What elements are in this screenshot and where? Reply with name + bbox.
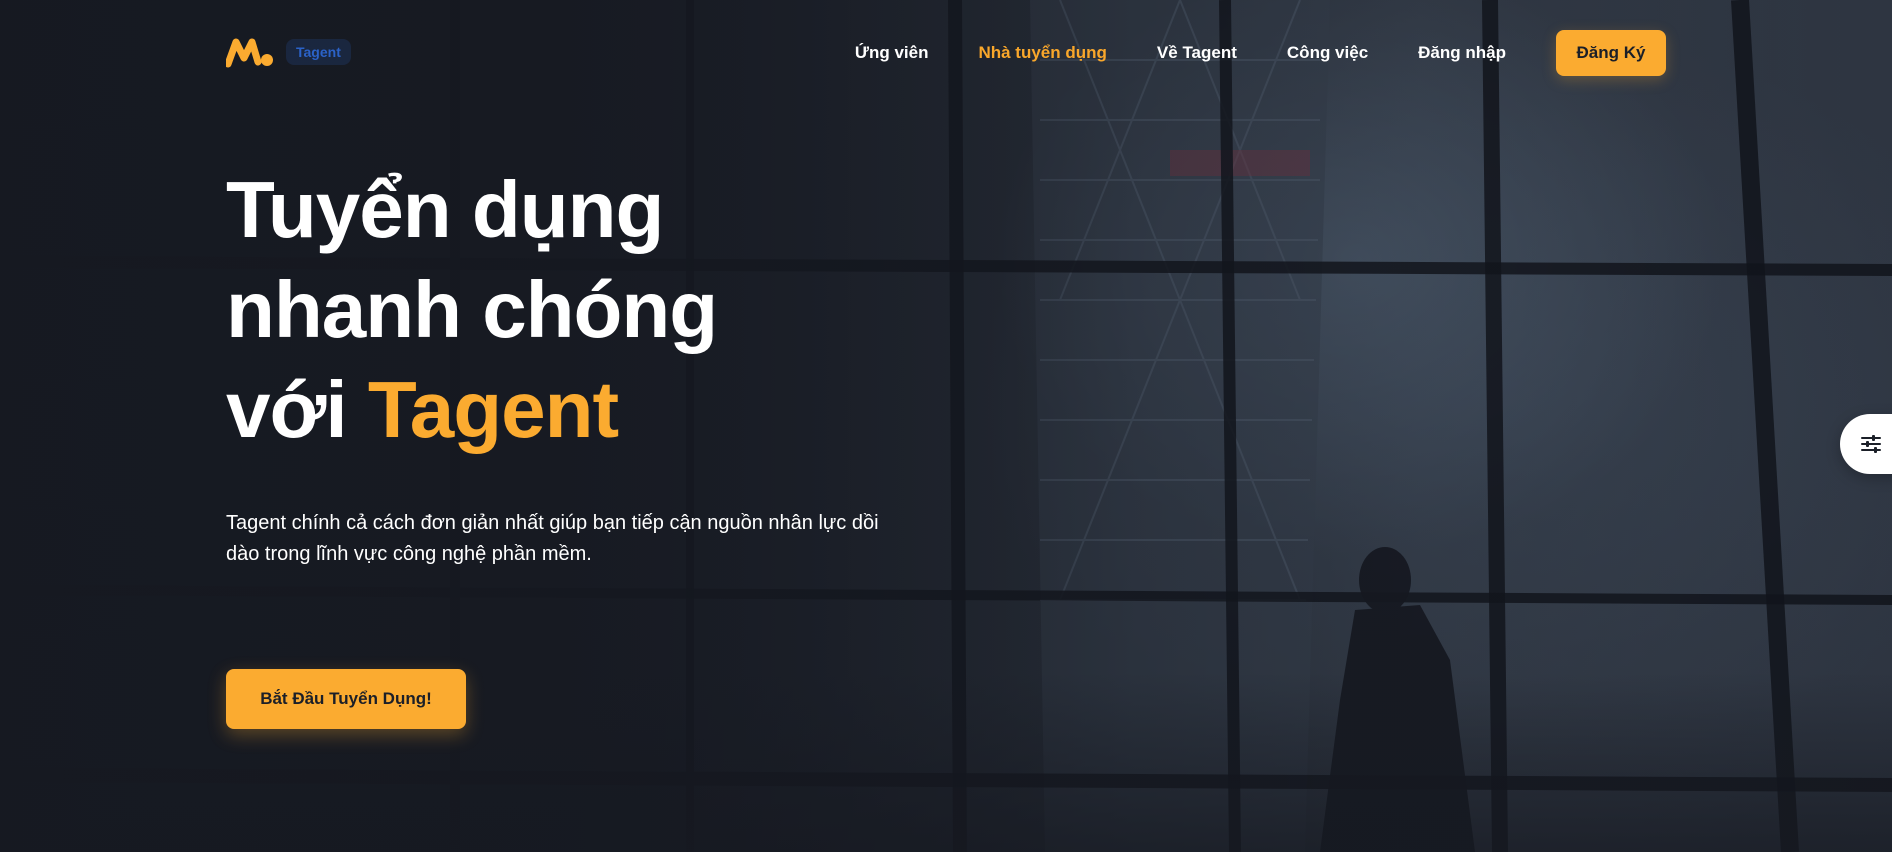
nav-about-link[interactable]: Về Tagent <box>1157 30 1237 76</box>
site-header: Tagent Ứng viên Nhà tuyển dụng Về Tagent… <box>226 0 1666 106</box>
logo-mark-icon <box>226 38 273 68</box>
logo-badge: Tagent <box>286 39 351 65</box>
hero-title-accent: Tagent <box>367 365 619 454</box>
main-nav: Ứng viên Nhà tuyển dụng Về Tagent Công v… <box>855 30 1666 76</box>
hero-description: Tagent chính cả cách đơn giản nhất giúp … <box>226 512 879 565</box>
settings-panel-toggle[interactable] <box>1840 414 1892 474</box>
hero-title-line3-prefix: với <box>226 365 348 454</box>
hero-title-line2: nhanh chóng <box>226 265 718 354</box>
hero-title: Tuyển dụng nhanh chóng với Tagent <box>226 160 986 460</box>
nav-employers-link[interactable]: Nhà tuyển dụng <box>978 30 1106 76</box>
nav-jobs-link[interactable]: Công việc <box>1287 30 1368 76</box>
start-recruiting-button[interactable]: Bắt Đầu Tuyển Dụng! <box>226 669 466 729</box>
hero-title-line1: Tuyển dụng <box>226 165 664 254</box>
logo[interactable]: Tagent <box>226 36 351 68</box>
hero-section: Tuyển dụng nhanh chóng với Tagent Tagent… <box>226 160 986 570</box>
nav-candidates-link[interactable]: Ứng viên <box>855 30 929 76</box>
sliders-icon <box>1861 435 1881 453</box>
nav-login-link[interactable]: Đăng nhập <box>1418 30 1506 76</box>
register-button[interactable]: Đăng Ký <box>1556 30 1666 76</box>
